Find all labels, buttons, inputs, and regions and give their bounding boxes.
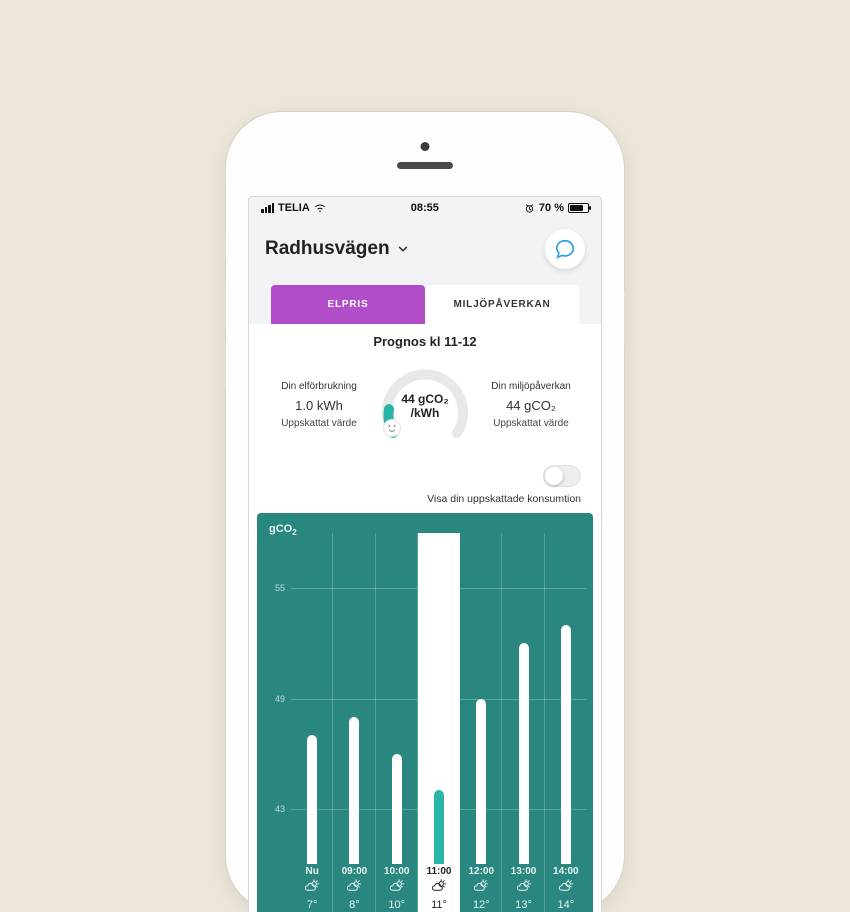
toggle-label: Visa din uppskattade konsumtion (249, 493, 601, 513)
weather-icon (557, 879, 575, 897)
xaxis-temp: 8° (333, 899, 375, 912)
xaxis-time: Nu (291, 866, 333, 878)
stat-note: Uppskattat värde (269, 417, 369, 432)
stat-label: Din elförbrukning (269, 380, 369, 395)
chart-plot: 434955 (291, 533, 587, 864)
bar-column[interactable] (333, 533, 375, 864)
carrier-label: TELIA (278, 202, 310, 214)
bar (519, 643, 529, 864)
battery-icon (568, 203, 589, 213)
phone-side-button (222, 232, 226, 260)
battery-pct: 70 % (539, 202, 564, 214)
bar-column[interactable] (545, 533, 587, 864)
bar (434, 790, 444, 864)
bar (561, 625, 571, 864)
location-name: Radhusvägen (265, 238, 390, 260)
bar (392, 754, 402, 864)
app-header: Radhusvägen (249, 219, 601, 275)
xaxis-column[interactable]: 13:00 13° (502, 864, 544, 912)
location-selector[interactable]: Radhusvägen (265, 238, 410, 260)
xaxis-time: 12:00 (460, 866, 502, 878)
xaxis-column[interactable]: Nu 7° (291, 864, 333, 912)
bar-column[interactable] (502, 533, 544, 864)
chart-xaxis: Nu7°09:008°10:0010°11:0011°12:0012°13:00… (291, 864, 587, 912)
weather-icon (345, 879, 363, 897)
xaxis-time: 14:00 (545, 866, 587, 878)
signal-icon (261, 203, 274, 213)
bar (349, 717, 359, 864)
xaxis-temp: 12° (460, 899, 502, 912)
chart-panel: gCO2 434955 Nu7°09:008°10:0010°11:0011°1… (257, 513, 593, 912)
stat-impact: Din miljöpåverkan 44 gCO₂ Uppskattat vär… (481, 380, 581, 432)
xaxis-temp: 13° (502, 899, 544, 912)
xaxis-time: 09:00 (333, 866, 375, 878)
stat-value: 1.0 kWh (269, 397, 369, 416)
clock: 08:55 (411, 202, 439, 214)
ytick-label: 43 (261, 804, 285, 814)
toggle-row (249, 459, 601, 493)
xaxis-temp: 11° (418, 899, 460, 912)
xaxis-column[interactable]: 09:00 8° (333, 864, 375, 912)
weather-icon (303, 879, 321, 897)
xaxis-temp: 10° (376, 899, 418, 912)
bar (476, 699, 486, 865)
xaxis-column[interactable]: 12:00 12° (460, 864, 502, 912)
tab-miljopaverkan[interactable]: MILJÖPÅVERKAN (425, 285, 579, 324)
phone-side-button (222, 340, 226, 390)
ytick-label: 55 (261, 583, 285, 593)
main-content: Prognos kl 11-12 Din elförbrukning 1.0 k… (249, 324, 601, 912)
bar-column[interactable] (291, 533, 333, 864)
phone-side-button (222, 280, 226, 330)
stat-note: Uppskattat värde (481, 417, 581, 432)
weather-icon (430, 879, 448, 897)
phone-side-button (624, 290, 628, 346)
xaxis-time: 13:00 (502, 866, 544, 878)
xaxis-column[interactable]: 11:00 11° (418, 864, 460, 912)
phone-camera-dot (421, 142, 430, 151)
bar-column[interactable] (460, 533, 502, 864)
wifi-icon (314, 202, 326, 214)
forecast-title: Prognos kl 11-12 (249, 324, 601, 357)
chat-icon (554, 238, 576, 260)
xaxis-time: 10:00 (376, 866, 418, 878)
phone-speaker (397, 162, 453, 169)
gauge-row: Din elförbrukning 1.0 kWh Uppskattat vär… (249, 357, 601, 459)
bar-column[interactable] (376, 533, 418, 864)
smiley-icon (383, 419, 401, 437)
bar (307, 735, 317, 864)
xaxis-time: 11:00 (418, 866, 460, 878)
app-screen: TELIA 08:55 70 % Radhusvägen (248, 196, 602, 912)
status-bar: TELIA 08:55 70 % (249, 197, 601, 219)
xaxis-temp: 7° (291, 899, 333, 912)
tab-elpris[interactable]: ELPRIS (271, 285, 425, 324)
weather-icon (388, 879, 406, 897)
chevron-down-icon (396, 242, 410, 256)
weather-icon (515, 879, 533, 897)
stat-label: Din miljöpåverkan (481, 380, 581, 395)
stat-value: 44 gCO₂ (481, 397, 581, 416)
stat-consumption: Din elförbrukning 1.0 kWh Uppskattat vär… (269, 380, 369, 432)
ytick-label: 49 (261, 694, 285, 704)
xaxis-column[interactable]: 10:00 10° (376, 864, 418, 912)
alarm-icon (524, 203, 535, 214)
bar-column[interactable] (418, 533, 460, 864)
weather-icon (472, 879, 490, 897)
chat-button[interactable] (545, 229, 585, 269)
gauge-value: 44 gCO₂ /kWh (373, 361, 477, 451)
gauge: 44 gCO₂ /kWh (373, 361, 477, 451)
phone-frame: TELIA 08:55 70 % Radhusvägen (226, 112, 624, 912)
xaxis-temp: 14° (545, 899, 587, 912)
consumption-toggle[interactable] (543, 465, 581, 487)
tab-bar: ELPRIS MILJÖPÅVERKAN (271, 285, 579, 324)
xaxis-column[interactable]: 14:00 14° (545, 864, 587, 912)
